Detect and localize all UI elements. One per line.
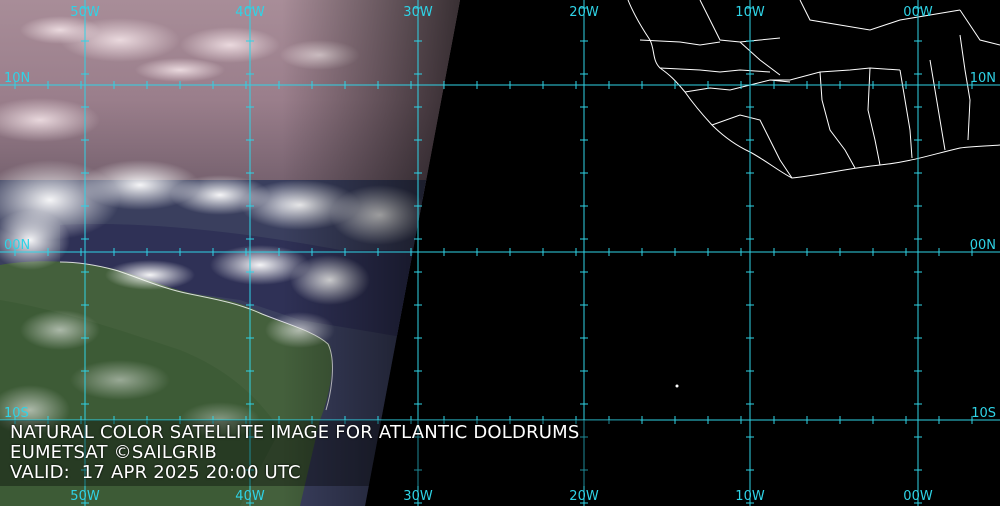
lon-label-bottom: 20W: [569, 489, 599, 504]
lon-label-top: 00W: [903, 5, 933, 20]
satellite-map-view: 50W 50W 40W 40W 30W 30W 20W 20W 10W 10W 00W 00W 10N 1…: [0, 0, 1000, 506]
africa-coastline: [627, 0, 1000, 179]
caption-block: NATURAL COLOR SATELLITE IMAGE FOR ATLANT…: [10, 423, 580, 483]
caption-valid-time: VALID: 17 APR 2025 20:00 UTC: [10, 462, 301, 483]
lat-label-left: 00N: [4, 238, 30, 253]
lon-label-bottom: 00W: [903, 489, 933, 504]
lon-label-bottom: 10W: [735, 489, 765, 504]
caption-source: EUMETSAT ©SAILGRIB: [10, 442, 217, 463]
lat-label-right: 10S: [971, 406, 996, 421]
lat-label-left: 10S: [4, 406, 29, 421]
lon-label-bottom: 40W: [235, 489, 265, 504]
lon-label-top: 10W: [735, 5, 765, 20]
lon-label-top: 20W: [569, 5, 599, 20]
lon-label-bottom: 30W: [403, 489, 433, 504]
lat-label-right: 00N: [970, 238, 996, 253]
lat-label-left: 10N: [4, 71, 30, 86]
island-dot: [675, 384, 679, 388]
lon-label-top: 30W: [403, 5, 433, 20]
caption-title: NATURAL COLOR SATELLITE IMAGE FOR ATLANT…: [10, 422, 580, 443]
lat-label-right: 10N: [970, 71, 996, 86]
lon-label-top: 50W: [70, 5, 100, 20]
lon-label-top: 40W: [235, 5, 265, 20]
lon-label-bottom: 50W: [70, 489, 100, 504]
